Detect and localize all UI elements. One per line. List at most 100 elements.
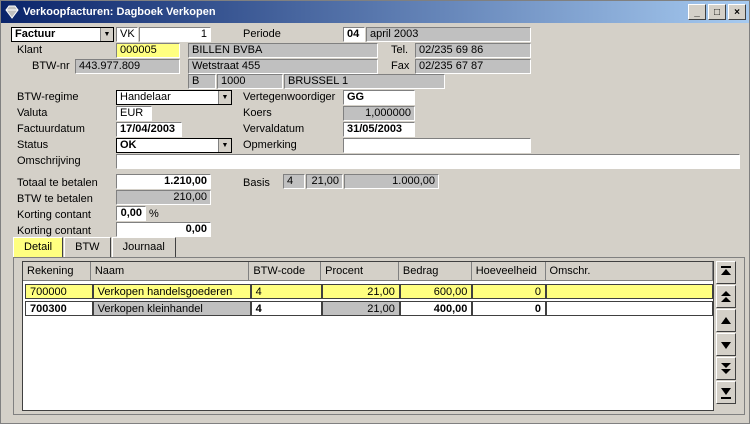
periode-text-field: april 2003 [366, 27, 531, 42]
col-omschr[interactable]: Omschr. [546, 262, 714, 280]
invoice-number-field[interactable]: 1 [139, 27, 211, 42]
pct-sign: % [149, 208, 159, 220]
btw-nr-field: 443.977.809 [75, 59, 180, 74]
page-up-icon[interactable] [716, 285, 736, 308]
table-row[interactable]: 700000 Verkopen handelsgoederen 4 21,00 … [23, 283, 713, 300]
korting-pct-label: Korting contant [17, 209, 91, 221]
invoice-window: Verkoopfacturen: Dagboek Verkopen _ □ × … [0, 0, 750, 424]
korting-pct-field[interactable]: 0,00 [116, 206, 146, 221]
btw-regime-label: BTW-regime [17, 91, 79, 103]
cell-bedrag[interactable]: 600,00 [399, 284, 473, 299]
chevron-down-icon[interactable]: ▼ [100, 28, 113, 41]
journal-field[interactable]: VK [116, 27, 138, 42]
korting-label: Korting contant [17, 225, 91, 237]
fax-label: Fax [391, 60, 410, 72]
vertegenwoordiger-label: Vertegenwoordiger [243, 91, 336, 103]
klant-code-field[interactable]: 000005 [116, 43, 180, 58]
cell-bedrag[interactable]: 400,00 [399, 301, 473, 316]
tab-journaal[interactable]: Journaal [111, 237, 176, 257]
page-down-icon[interactable] [716, 357, 736, 380]
status-label: Status [17, 139, 49, 151]
cell-rekening[interactable]: 700300 [25, 301, 93, 316]
cell-hoeveelheid[interactable]: 0 [472, 284, 547, 299]
cell-procent[interactable]: 21,00 [322, 284, 400, 299]
opmerking-label: Opmerking [243, 139, 297, 151]
country-field: B [188, 74, 216, 89]
doc-type-value: Factuur [15, 28, 56, 40]
factuurdatum-field[interactable]: 17/04/2003 [116, 122, 182, 137]
window-title: Verkoopfacturen: Dagboek Verkopen [23, 6, 216, 18]
fax-field: 02/235 67 87 [415, 59, 531, 74]
opmerking-field[interactable] [343, 138, 531, 153]
basis-code-field: 4 [283, 174, 305, 189]
city-field: BRUSSEL 1 [284, 74, 445, 89]
cell-omschr[interactable] [546, 284, 713, 299]
cell-rekening[interactable]: 700000 [25, 284, 93, 299]
totaal-label: Totaal te betalen [17, 177, 98, 189]
btw-nr-label: BTW-nr [32, 60, 70, 72]
zip-field: 1000 [217, 74, 283, 89]
cell-procent: 21,00 [322, 301, 400, 316]
col-naam[interactable]: Naam [91, 262, 250, 280]
klant-name-field: BILLEN BVBA [188, 43, 378, 58]
maximize-icon[interactable]: □ [708, 4, 726, 20]
valuta-label: Valuta [17, 107, 48, 119]
periode-label: Periode [243, 28, 281, 40]
cell-hoeveelheid[interactable]: 0 [472, 301, 547, 316]
basis-pct-field: 21,00 [306, 174, 343, 189]
col-procent[interactable]: Procent [321, 262, 399, 280]
btw-te-betalen-field: 210,00 [116, 190, 211, 205]
valuta-field[interactable]: EUR [116, 106, 152, 121]
basis-label: Basis [243, 177, 270, 189]
tel-label: Tel. [391, 44, 409, 56]
next-record-icon[interactable] [716, 333, 736, 356]
cell-omschr[interactable] [546, 301, 713, 316]
status-value: OK [120, 139, 137, 151]
first-record-icon[interactable] [716, 261, 736, 284]
periode-number-field[interactable]: 04 [343, 27, 365, 42]
close-icon[interactable]: × [728, 4, 746, 20]
record-nav [716, 261, 738, 404]
cell-btw-code[interactable]: 4 [250, 301, 323, 316]
col-bedrag[interactable]: Bedrag [399, 262, 472, 280]
omschrijving-label: Omschrijving [17, 155, 81, 167]
last-record-icon[interactable] [716, 381, 736, 404]
table-row[interactable]: 700300 Verkopen kleinhandel 4 21,00 400,… [23, 300, 713, 317]
previous-record-icon[interactable] [716, 309, 736, 332]
btw-regime-select[interactable]: Handelaar ▼ [116, 90, 232, 105]
chevron-down-icon[interactable]: ▼ [218, 139, 231, 152]
cell-btw-code[interactable]: 4 [250, 284, 323, 299]
minimize-icon[interactable]: _ [688, 4, 706, 20]
status-select[interactable]: OK ▼ [116, 138, 232, 153]
tab-detail[interactable]: Detail [13, 237, 64, 257]
vervaldatum-field[interactable]: 31/05/2003 [343, 122, 415, 137]
app-icon [5, 5, 19, 19]
doc-type-select[interactable]: Factuur ▼ [11, 27, 114, 42]
title-bar[interactable]: Verkoopfacturen: Dagboek Verkopen _ □ × [1, 1, 749, 23]
col-hoeveelheid[interactable]: Hoeveelheid [472, 262, 546, 280]
chevron-down-icon[interactable]: ▼ [218, 91, 231, 104]
klant-label: Klant [17, 44, 43, 56]
cell-naam[interactable]: Verkopen handelsgoederen [92, 284, 251, 299]
basis-amount-field: 1.000,00 [344, 174, 439, 189]
detail-panel: Rekening Naam BTW-code Procent Bedrag Ho… [13, 257, 745, 415]
tel-field: 02/235 69 86 [415, 43, 531, 58]
totaal-field: 1.210,00 [116, 174, 211, 189]
col-btw-code[interactable]: BTW-code [249, 262, 322, 280]
korting-field[interactable]: 0,00 [116, 222, 211, 237]
tab-btw[interactable]: BTW [64, 237, 111, 257]
street-field: Wetstraat 455 [188, 59, 378, 74]
vertegenwoordiger-field[interactable]: GG [343, 90, 415, 105]
koers-field: 1,000000 [343, 106, 415, 121]
factuurdatum-label: Factuurdatum [17, 123, 85, 135]
omschrijving-field[interactable] [116, 154, 740, 169]
btw-te-betalen-label: BTW te betalen [17, 193, 93, 205]
cell-naam: Verkopen kleinhandel [92, 301, 251, 316]
grid-header: Rekening Naam BTW-code Procent Bedrag Ho… [23, 262, 714, 281]
detail-grid[interactable]: Rekening Naam BTW-code Procent Bedrag Ho… [22, 261, 714, 411]
btw-regime-value: Handelaar [120, 91, 171, 103]
col-rekening[interactable]: Rekening [23, 262, 91, 280]
koers-label: Koers [243, 107, 272, 119]
tab-bar: Detail BTW Journaal [13, 237, 177, 257]
vervaldatum-label: Vervaldatum [243, 123, 305, 135]
